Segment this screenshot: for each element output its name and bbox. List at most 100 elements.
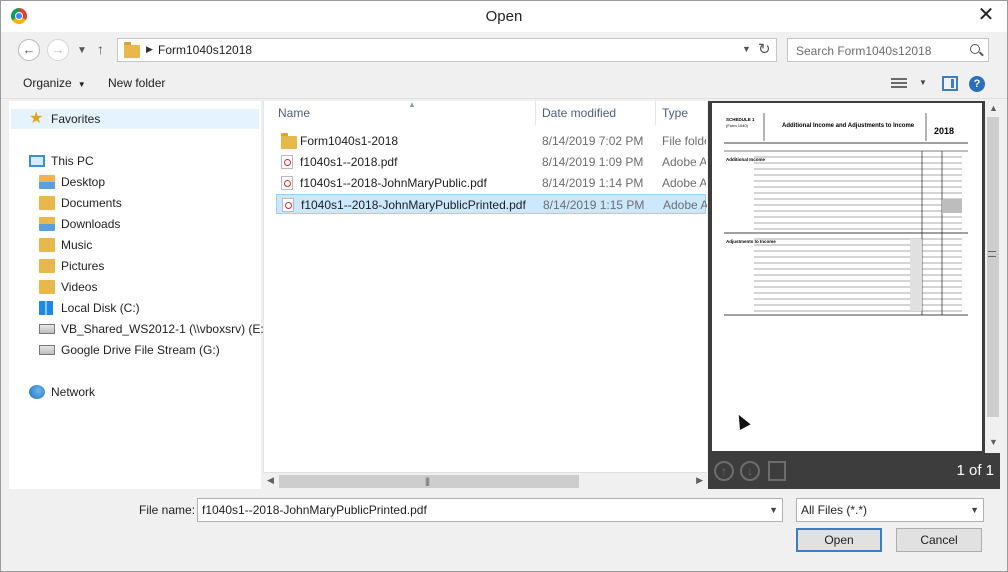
preview-heading: Additional Income and Adjustments to Inc… — [782, 123, 915, 129]
organize-button[interactable]: Organize ▼ — [23, 76, 86, 90]
up-button[interactable]: ↑ — [97, 41, 104, 57]
address-dropdown-icon[interactable]: ▼ — [742, 44, 751, 54]
vertical-scrollbar[interactable]: ▲ ▼ — [985, 101, 1001, 453]
nav-item-label: Videos — [61, 280, 98, 294]
sort-ascending-icon: ▲ — [408, 100, 416, 109]
scroll-right-icon[interactable]: ▶ — [696, 475, 703, 486]
desktop-folder-icon — [39, 175, 55, 189]
scroll-up-icon[interactable]: ▲ — [989, 103, 998, 113]
chevron-down-icon[interactable]: ▼ — [970, 505, 979, 515]
windows-drive-icon — [39, 301, 53, 315]
pdf-icon — [282, 198, 294, 212]
nav-this-pc-label: This PC — [51, 154, 94, 168]
nav-item-label: Local Disk (C:) — [61, 301, 140, 315]
chevron-down-icon[interactable]: ▼ — [769, 505, 778, 515]
toolbar: Organize ▼ New folder ▼ ? — [1, 69, 1007, 99]
organize-label: Organize — [23, 76, 72, 90]
change-view-icon[interactable] — [891, 78, 907, 90]
scrollbar-thumb[interactable] — [987, 117, 999, 417]
back-arrow-icon: ← — [22, 42, 36, 57]
file-type: File folder — [662, 134, 706, 148]
scrollbar-grip-icon: ||| — [425, 476, 430, 486]
file-date: 8/14/2019 1:15 PM — [543, 198, 645, 212]
view-options-dropdown-icon[interactable]: ▼ — [919, 78, 927, 87]
scroll-down-icon[interactable]: ▼ — [989, 437, 998, 447]
next-page-button[interactable]: ↓ — [740, 461, 760, 481]
page-count: 1 of 1 — [956, 462, 994, 479]
pictures-folder-icon — [39, 259, 55, 273]
favorites-highlight — [11, 109, 259, 129]
column-header-date[interactable]: Date modified — [536, 101, 656, 125]
nav-item-label: Desktop — [61, 175, 106, 189]
search-icon[interactable] — [970, 44, 980, 54]
file-name-value[interactable]: f1040s1--2018-JohnMaryPublicPrinted.pdf — [202, 503, 427, 517]
file-type-filter-select[interactable]: All Files (*.*) ▼ — [796, 498, 984, 522]
refresh-icon[interactable]: ↻ — [758, 40, 771, 58]
nav-network-label: Network — [51, 385, 96, 399]
network-drive-icon — [39, 324, 55, 334]
cancel-button[interactable]: Cancel — [896, 528, 982, 552]
file-type: Adobe Acrobat Document — [663, 198, 707, 212]
search-input[interactable]: Search Form1040s12018 — [787, 38, 989, 62]
nav-item-label: Music — [61, 238, 93, 252]
preview-schedule-label: SCHEDULE 1 — [726, 117, 755, 122]
downloads-folder-icon — [39, 217, 55, 231]
file-type: Adobe Acrobat Document — [662, 176, 706, 190]
file-type-filter-value: All Files (*.*) — [801, 503, 868, 517]
open-dialog: Open ✕ ← → ▼ ↑ ▶ Form1040s12018 ▼ ↻ Sear… — [0, 0, 1008, 572]
preview-footer: ↑ ↓ 1 of 1 — [708, 455, 1000, 489]
file-name-label: File name: — [139, 503, 196, 517]
up-arrow-icon: ↑ — [97, 41, 104, 57]
recent-locations-dropdown[interactable]: ▼ — [77, 45, 87, 56]
file-date: 8/14/2019 1:09 PM — [542, 155, 644, 169]
search-placeholder: Search Form1040s12018 — [796, 44, 932, 58]
file-row-selected[interactable]: f1040s1--2018-JohnMaryPublicPrinted.pdf … — [276, 194, 707, 214]
find-icon[interactable] — [768, 461, 786, 481]
forward-button[interactable]: → — [47, 39, 69, 61]
breadcrumb-current[interactable]: Form1040s12018 — [158, 43, 252, 57]
file-row[interactable]: f1040s1--2018-JohnMaryPublic.pdf 8/14/20… — [276, 173, 706, 193]
file-name-input[interactable]: f1040s1--2018-JohnMaryPublicPrinted.pdf … — [197, 498, 783, 522]
star-icon: ★ — [29, 110, 44, 127]
nav-item-label: VB_Shared_WS2012-1 (\\vboxsrv) (E:) — [61, 322, 268, 336]
previous-page-button[interactable]: ↑ — [714, 461, 734, 481]
pdf-icon — [281, 176, 293, 190]
title-bar: Open ✕ — [1, 1, 1007, 32]
network-icon — [29, 385, 45, 399]
folder-icon — [124, 42, 140, 58]
scroll-left-icon[interactable]: ◀ — [267, 475, 274, 486]
computer-icon — [29, 155, 45, 167]
preview-form-label: (Form 1040) — [726, 123, 749, 128]
file-row[interactable]: f1040s1--2018.pdf 8/14/2019 1:09 PM Adob… — [276, 152, 706, 172]
column-header-name[interactable]: Name ▲ — [272, 100, 536, 125]
preview-section-adjust: Adjustments to Income — [726, 239, 776, 244]
preview-section-income: Additional Income — [726, 157, 765, 162]
folder-icon — [281, 133, 297, 149]
open-button[interactable]: Open — [796, 528, 882, 552]
file-row[interactable]: Form1040s1-2018 8/14/2019 7:02 PM File f… — [276, 131, 706, 151]
column-header-name-label: Name — [278, 106, 311, 120]
help-icon[interactable]: ? — [969, 76, 985, 92]
videos-folder-icon — [39, 280, 55, 294]
back-button[interactable]: ← — [18, 39, 40, 61]
form-preview-image: SCHEDULE 1 (Form 1040) Additional Income… — [724, 113, 968, 316]
forward-arrow-icon: → — [51, 42, 65, 57]
file-name: f1040s1--2018.pdf — [300, 155, 398, 169]
close-button[interactable]: ✕ — [969, 1, 1003, 29]
horizontal-scrollbar[interactable]: ◀ ||| ▶ — [263, 472, 707, 489]
column-header-type[interactable]: Type — [656, 101, 708, 125]
pdf-icon — [281, 155, 293, 169]
file-list: Name ▲ Date modified Type Form1040s1-201… — [263, 100, 708, 473]
address-bar[interactable]: ▶ Form1040s12018 ▼ ↻ — [117, 38, 777, 62]
breadcrumb-chevron-icon[interactable]: ▶ — [146, 44, 153, 55]
nav-favorites-label: Favorites — [51, 112, 101, 126]
documents-folder-icon — [39, 196, 55, 210]
file-name: f1040s1--2018-JohnMaryPublicPrinted.pdf — [301, 198, 526, 212]
preview-pane: SCHEDULE 1 (Form 1040) Additional Income… — [708, 101, 1000, 489]
window-title: Open — [485, 8, 523, 25]
file-name: Form1040s1-2018 — [300, 134, 399, 148]
navigation-pane: ★ Favorites This PC Desktop Documents Do… — [9, 101, 268, 489]
preview-pane-toggle-icon[interactable] — [942, 76, 958, 91]
file-type: Adobe Acrobat Document — [662, 155, 706, 169]
new-folder-button[interactable]: New folder — [108, 76, 165, 90]
